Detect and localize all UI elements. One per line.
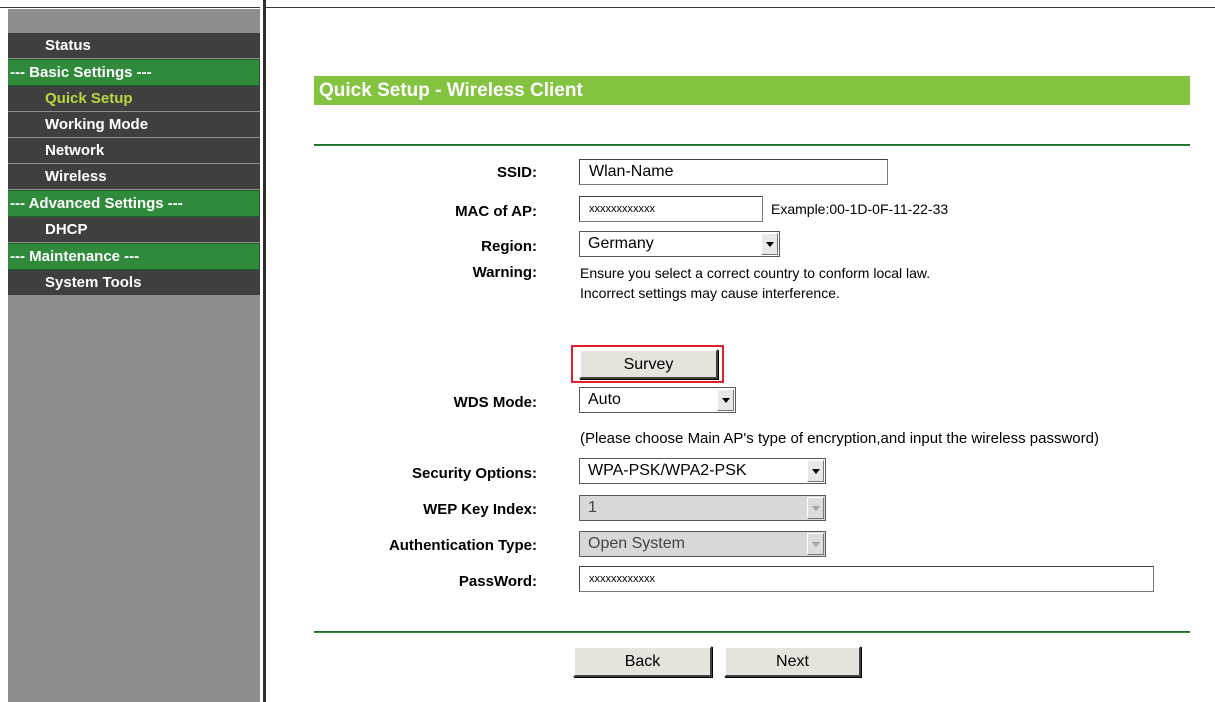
security-options-select[interactable]: WPA-PSK/WPA2-PSK <box>579 458 826 484</box>
wds-mode-value: Auto <box>588 391 621 408</box>
divider-bottom <box>314 631 1190 633</box>
frame-divider-line <box>263 0 266 702</box>
sidebar-item-dhcp[interactable]: DHCP <box>8 217 260 243</box>
region-value: Germany <box>588 235 654 252</box>
encryption-note: (Please choose Main AP's type of encrypt… <box>580 430 1099 447</box>
mac-example: Example:00-1D-0F-11-22-33 <box>771 201 949 217</box>
wep-key-index-label: WEP Key Index: <box>423 501 537 518</box>
sidebar-header-advanced-settings: --- Advanced Settings --- <box>8 190 260 217</box>
top-border <box>0 0 1215 8</box>
chevron-down-icon <box>807 533 824 555</box>
sidebar-item-quick-setup[interactable]: Quick Setup <box>8 86 260 112</box>
wds-mode-select[interactable]: Auto <box>579 387 736 413</box>
authentication-type-select: Open System <box>579 531 826 557</box>
wep-key-index-select: 1 <box>579 495 826 521</box>
sidebar-item-working-mode[interactable]: Working Mode <box>8 112 260 138</box>
ssid-label: SSID: <box>496 164 537 181</box>
warning-line-1: Ensure you select a correct country to c… <box>580 265 931 281</box>
sidebar-item-status[interactable]: Status <box>8 33 260 59</box>
divider-top <box>314 144 1190 146</box>
security-options-value: WPA-PSK/WPA2-PSK <box>588 462 747 479</box>
sidebar-item-wireless[interactable]: Wireless <box>8 164 260 190</box>
wds-mode-label: WDS Mode: <box>453 394 537 411</box>
password-label: PassWord: <box>458 573 537 590</box>
password-input[interactable]: xxxxxxxxxxxx <box>579 566 1154 592</box>
authentication-type-label: Authentication Type: <box>388 537 537 554</box>
survey-button[interactable]: Survey <box>579 349 718 379</box>
warning-line-2: Incorrect settings may cause interferenc… <box>580 285 840 301</box>
page-title: Quick Setup - Wireless Client <box>314 76 1190 105</box>
authentication-type-value: Open System <box>588 535 685 552</box>
sidebar-item-system-tools[interactable]: System Tools <box>8 270 260 296</box>
mac-input[interactable]: xxxxxxxxxxxx <box>579 196 763 222</box>
ssid-input[interactable]: Wlan-Name <box>579 159 888 185</box>
warning-label: Warning: <box>472 264 537 281</box>
wep-key-index-value: 1 <box>588 499 597 516</box>
sidebar-menu: Status --- Basic Settings --- Quick Setu… <box>8 33 260 296</box>
chevron-down-icon <box>807 497 824 519</box>
chevron-down-icon[interactable] <box>761 233 778 255</box>
region-select[interactable]: Germany <box>579 231 780 257</box>
region-label: Region: <box>481 238 537 255</box>
sidebar-item-network[interactable]: Network <box>8 138 260 164</box>
security-options-label: Security Options: <box>411 465 537 482</box>
next-button[interactable]: Next <box>724 646 861 677</box>
mac-label: MAC of AP: <box>455 203 537 220</box>
chevron-down-icon[interactable] <box>807 460 824 482</box>
sidebar-header-maintenance: --- Maintenance --- <box>8 243 260 270</box>
chevron-down-icon[interactable] <box>717 389 734 411</box>
back-button[interactable]: Back <box>573 646 712 677</box>
sidebar-header-basic-settings: --- Basic Settings --- <box>8 59 260 86</box>
